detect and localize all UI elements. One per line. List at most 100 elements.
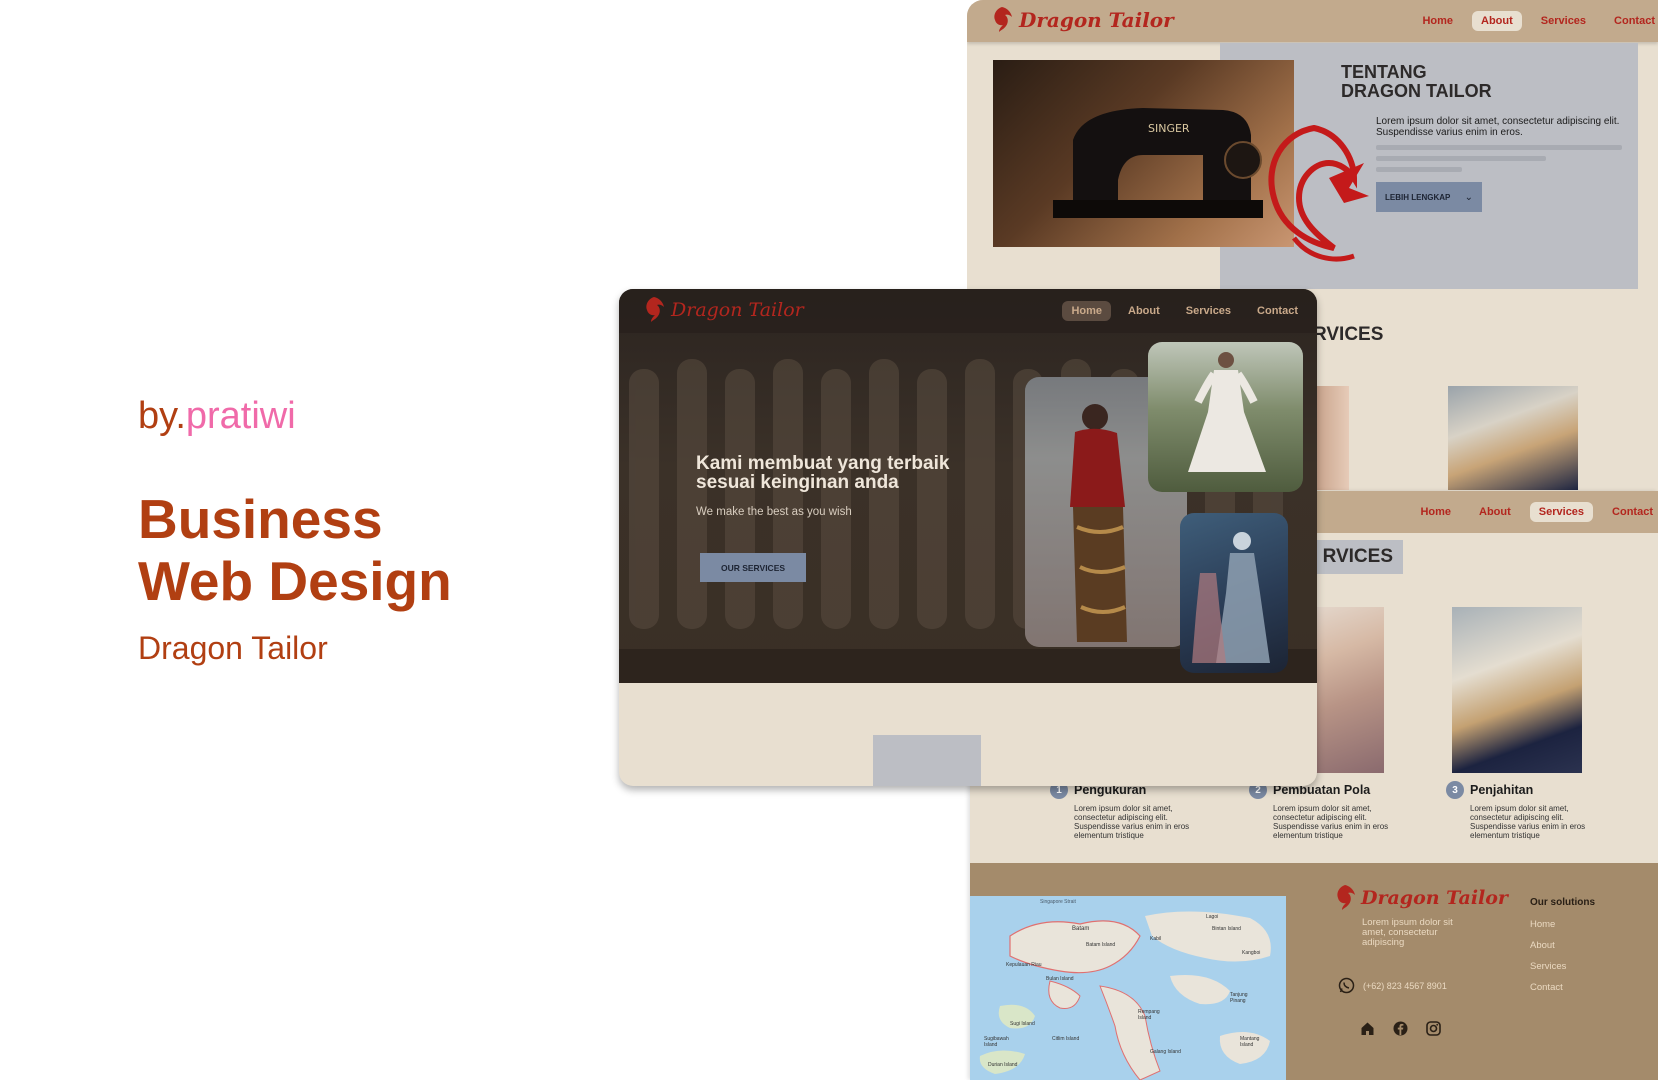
service-step-1: 1 Pengukuran Lorem ipsum dolor sit amet,… bbox=[1050, 781, 1200, 840]
intro-title: Business Web Design bbox=[138, 488, 558, 612]
intro-title-line2: Web Design bbox=[138, 550, 452, 612]
placeholder-line bbox=[1376, 145, 1622, 150]
map-label: Batam bbox=[1072, 926, 1090, 932]
home-nav-contact[interactable]: Contact bbox=[1248, 301, 1307, 321]
map-label: Sugibawah Island bbox=[984, 1036, 1009, 1048]
footer-link-contact[interactable]: Contact bbox=[1530, 982, 1640, 993]
hero-subtitle: We make the best as you wish bbox=[696, 506, 852, 518]
step-description: Lorem ipsum dolor sit amet, consectetur … bbox=[1470, 804, 1586, 840]
dragon-graphic-icon bbox=[1268, 124, 1369, 262]
step-description: Lorem ipsum dolor sit amet, consectetur … bbox=[1074, 804, 1190, 840]
about-heading: TENTANG DRAGON TAILOR bbox=[1341, 63, 1492, 101]
footer-link-services[interactable]: Services bbox=[1530, 961, 1640, 972]
step-title: Penjahitan bbox=[1470, 783, 1534, 797]
map-label: Tanjung Pinang bbox=[1230, 992, 1248, 1004]
services-nav-contact[interactable]: Contact bbox=[1603, 502, 1658, 522]
about-nav: Home About Services Contact bbox=[1413, 11, 1658, 31]
author-name: pratiwi bbox=[185, 395, 296, 437]
footer-link-about[interactable]: About bbox=[1530, 940, 1640, 951]
map-label: Bulan Island bbox=[1046, 976, 1074, 982]
intro-title-line1: Business bbox=[138, 488, 383, 550]
about-heading-line1: TENTANG bbox=[1341, 62, 1427, 82]
home-icon[interactable] bbox=[1360, 1021, 1375, 1036]
map-label: Durian Island bbox=[988, 1062, 1018, 1068]
about-service-photo-machine bbox=[1448, 386, 1578, 490]
footer-logo-text: Dragon Tailor bbox=[1361, 887, 1508, 909]
our-services-button[interactable]: OUR SERVICES bbox=[700, 553, 806, 582]
map-label: Batam Island bbox=[1086, 942, 1116, 948]
sewing-machine-illustration: SINGER bbox=[1053, 108, 1263, 218]
home-nav-home[interactable]: Home bbox=[1062, 301, 1112, 321]
home-nav: Home About Services Contact bbox=[1062, 301, 1307, 321]
services-nav-about[interactable]: About bbox=[1470, 502, 1520, 522]
about-logo-text: Dragon Tailor bbox=[1019, 8, 1174, 32]
author-credit: by.pratiwi bbox=[138, 395, 558, 438]
footer-phone[interactable]: (+62) 823 4567 8901 bbox=[1338, 977, 1447, 994]
solutions-title: Our solutions bbox=[1530, 897, 1595, 908]
instagram-icon[interactable] bbox=[1426, 1021, 1441, 1036]
hero-heading: Kami membuat yang terbaik sesuai keingin… bbox=[696, 454, 949, 492]
lebih-lengkap-label: LEBIH LENGKAP bbox=[1385, 192, 1451, 202]
intro-subtitle: Dragon Tailor bbox=[138, 630, 328, 666]
service-step-2: 2 Pembuatan Pola Lorem ipsum dolor sit a… bbox=[1249, 781, 1399, 840]
services-nav-home[interactable]: Home bbox=[1411, 502, 1460, 522]
lebih-lengkap-button[interactable]: LEBIH LENGKAP ⌄ bbox=[1376, 182, 1482, 212]
step-description: Lorem ipsum dolor sit amet, consectetur … bbox=[1273, 804, 1389, 840]
about-logo[interactable]: Dragon Tailor bbox=[989, 5, 1174, 35]
services-nav-services[interactable]: Services bbox=[1529, 502, 1594, 522]
placeholder-line bbox=[1376, 156, 1546, 161]
map-label: Kepulauan Riau bbox=[1006, 962, 1042, 968]
footer-solutions: Our solutions Home About Services Contac… bbox=[1530, 897, 1640, 1003]
hero-heading-line1: Kami membuat yang terbaik bbox=[696, 453, 950, 474]
home-logo[interactable]: Dragon Tailor bbox=[641, 295, 804, 325]
map-label: Bintan Island bbox=[1212, 926, 1241, 932]
map-label: Rempang Island bbox=[1138, 1009, 1160, 1021]
home-nav-services[interactable]: Services bbox=[1177, 301, 1240, 321]
about-service-photo-woman bbox=[1314, 386, 1349, 490]
home-lower-gray-block bbox=[873, 735, 981, 786]
home-nav-about[interactable]: About bbox=[1119, 301, 1169, 321]
map-illustration bbox=[979, 911, 1271, 1080]
placeholder-line bbox=[1376, 167, 1462, 172]
footer-tagline: Lorem ipsum dolor sit amet, consectetur … bbox=[1362, 917, 1453, 948]
services-heading: RVICES bbox=[1322, 546, 1393, 567]
step-header: 3 Penjahitan bbox=[1446, 781, 1596, 799]
map-label: Sugi Island bbox=[1010, 1021, 1035, 1027]
map-label: Mantang Island bbox=[1240, 1036, 1260, 1048]
location-map[interactable]: Singapore Strait Batam Batam Island Bint… bbox=[970, 896, 1286, 1080]
dragon-logo-icon bbox=[1337, 885, 1355, 910]
home-logo-text: Dragon Tailor bbox=[671, 299, 804, 321]
dragon-logo-icon bbox=[646, 297, 664, 322]
about-nav-about[interactable]: About bbox=[1472, 11, 1522, 31]
sewing-machine-photo: SINGER bbox=[993, 60, 1294, 247]
singer-label: SINGER bbox=[1148, 122, 1190, 135]
footer-logo[interactable]: Dragon Tailor bbox=[1332, 883, 1508, 913]
hero-photo-white-dress bbox=[1148, 342, 1303, 492]
services-footer: Singapore Strait Batam Batam Island Bint… bbox=[970, 863, 1658, 1080]
facebook-icon[interactable] bbox=[1393, 1021, 1408, 1036]
footer-link-home[interactable]: Home bbox=[1530, 919, 1640, 930]
about-services-heading: RVICES bbox=[1313, 324, 1384, 345]
about-nav-home[interactable]: Home bbox=[1413, 11, 1462, 31]
map-label: Kabil bbox=[1150, 936, 1162, 942]
home-header: Dragon Tailor Home About Services Contac… bbox=[619, 289, 1317, 333]
services-heading-box: RVICES bbox=[1313, 540, 1403, 574]
intro-section: by.pratiwi Business Web Design Dragon Ta… bbox=[138, 395, 558, 667]
chevron-down-icon: ⌄ bbox=[1464, 191, 1473, 203]
about-body: Lorem ipsum dolor sit amet, consectetur … bbox=[1376, 116, 1620, 138]
about-header: Dragon Tailor Home About Services Contac… bbox=[967, 0, 1658, 42]
map-label: Kangboi bbox=[1242, 950, 1261, 956]
step-photo-sewing bbox=[1452, 607, 1582, 773]
hero-heading-line2: sesuai keinginan anda bbox=[696, 472, 899, 493]
step-number-badge: 3 bbox=[1446, 781, 1464, 799]
map-label: Galang Island bbox=[1150, 1049, 1181, 1055]
about-nav-contact[interactable]: Contact bbox=[1605, 11, 1658, 31]
our-services-label: OUR SERVICES bbox=[720, 562, 786, 573]
author-prefix: by. bbox=[138, 395, 186, 437]
services-nav: Home About Services Contact bbox=[1411, 502, 1658, 522]
map-label: Citlim Island bbox=[1052, 1036, 1080, 1042]
about-nav-services[interactable]: Services bbox=[1532, 11, 1595, 31]
hero-photo-mannequins bbox=[1180, 513, 1288, 673]
map-label: Singapore Strait bbox=[1040, 899, 1076, 905]
footer-social bbox=[1360, 1021, 1441, 1036]
